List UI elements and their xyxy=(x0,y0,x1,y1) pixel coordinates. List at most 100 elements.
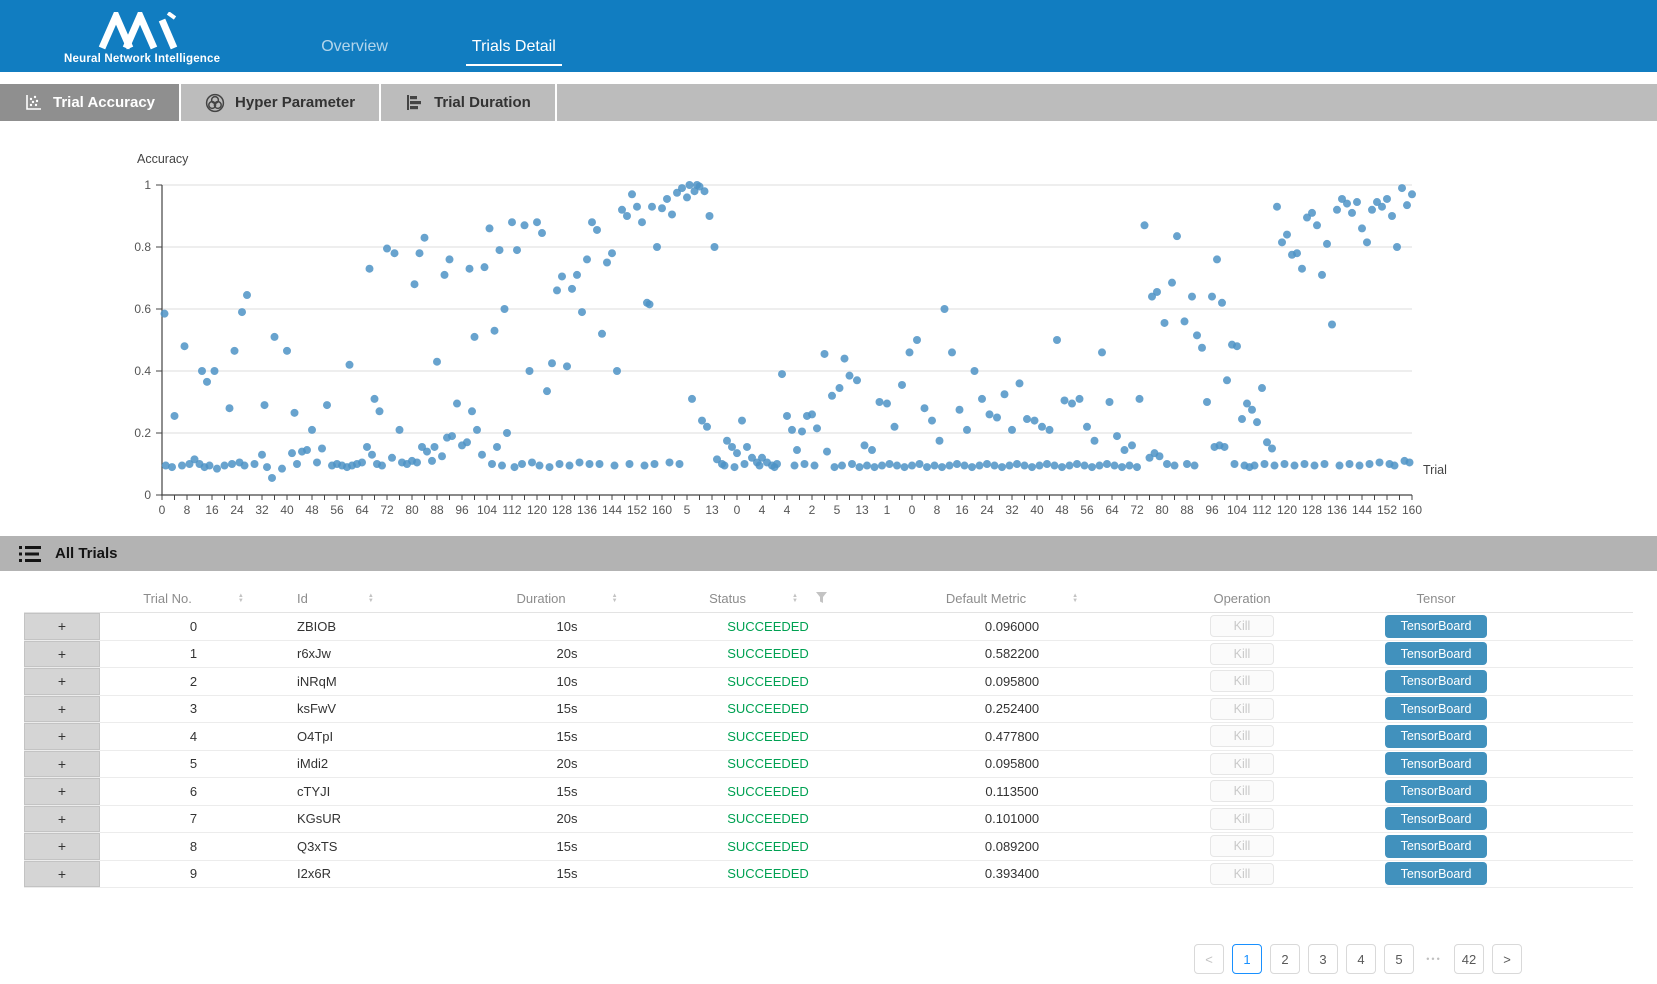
top-tabs: Overview Trials Detail xyxy=(315,0,562,72)
cell-status: SUCCEEDED xyxy=(674,619,862,634)
cell-trial-no: 6 xyxy=(100,784,287,799)
expand-row-button[interactable]: + xyxy=(24,668,100,695)
table-row: +8Q3xTS15sSUCCEEDED0.089200KillTensorBoa… xyxy=(24,833,1633,861)
svg-text:144: 144 xyxy=(1352,503,1372,517)
kill-button[interactable]: Kill xyxy=(1210,670,1274,692)
page-button-5[interactable]: 5 xyxy=(1384,944,1414,974)
tensor-cell: TensorBoard xyxy=(1322,670,1550,693)
svg-text:5: 5 xyxy=(684,503,691,517)
app-header: Neural Network Intelligence Overview Tri… xyxy=(0,0,1657,72)
expand-row-button[interactable]: + xyxy=(24,833,100,860)
svg-text:128: 128 xyxy=(552,503,572,517)
table-body: +0ZBIOB10sSUCCEEDED0.096000KillTensorBoa… xyxy=(24,613,1633,888)
trial-accuracy-chart-section: 00.20.40.60.8108162432404856647280889610… xyxy=(0,121,1657,536)
column-header-duration[interactable]: Duration ▲▼ xyxy=(460,591,674,606)
expand-row-button[interactable]: + xyxy=(24,641,100,668)
tensor-cell: TensorBoard xyxy=(1322,725,1550,748)
svg-text:88: 88 xyxy=(1180,503,1194,517)
column-header-default-metric[interactable]: Default Metric ▲▼ xyxy=(862,591,1162,606)
cell-status: SUCCEEDED xyxy=(674,866,862,881)
svg-text:80: 80 xyxy=(1155,503,1169,517)
accuracy-scatter-chart[interactable]: 00.20.40.60.8108162432404856647280889610… xyxy=(0,121,1657,536)
expand-row-button[interactable]: + xyxy=(24,723,100,750)
svg-text:40: 40 xyxy=(1030,503,1044,517)
column-label: Operation xyxy=(1213,591,1270,606)
kill-button[interactable]: Kill xyxy=(1210,780,1274,802)
tensor-cell: TensorBoard xyxy=(1322,615,1550,638)
cell-default-metric: 0.113500 xyxy=(862,784,1162,799)
svg-text:32: 32 xyxy=(1005,503,1019,517)
svg-text:48: 48 xyxy=(305,503,319,517)
kill-button[interactable]: Kill xyxy=(1210,725,1274,747)
cell-default-metric: 0.582200 xyxy=(862,646,1162,661)
kill-button[interactable]: Kill xyxy=(1210,615,1274,637)
kill-button[interactable]: Kill xyxy=(1210,835,1274,857)
page-button-4[interactable]: 4 xyxy=(1346,944,1376,974)
tensorboard-button[interactable]: TensorBoard xyxy=(1385,725,1487,748)
expand-row-button[interactable]: + xyxy=(24,778,100,805)
tensorboard-button[interactable]: TensorBoard xyxy=(1385,697,1487,720)
column-header-operation: Operation xyxy=(1162,591,1322,606)
horizontal-bars-icon xyxy=(405,93,424,112)
subtab-label: Trial Accuracy xyxy=(53,94,155,111)
tensorboard-button[interactable]: TensorBoard xyxy=(1385,862,1487,885)
tensorboard-button[interactable]: TensorBoard xyxy=(1385,835,1487,858)
column-header-trial-no[interactable]: Trial No. ▲▼ xyxy=(100,591,287,606)
svg-text:0: 0 xyxy=(909,503,916,517)
tensorboard-button[interactable]: TensorBoard xyxy=(1385,807,1487,830)
tab-overview[interactable]: Overview xyxy=(315,38,394,72)
pages-ellipsis[interactable]: ••• xyxy=(1422,944,1446,974)
logo-subtitle: Neural Network Intelligence xyxy=(64,53,220,65)
cell-trial-id: KGsUR xyxy=(287,811,460,826)
page-button-1[interactable]: 1 xyxy=(1232,944,1262,974)
cell-default-metric: 0.089200 xyxy=(862,839,1162,854)
table-row: +1r6xJw20sSUCCEEDED0.582200KillTensorBoa… xyxy=(24,641,1633,669)
sort-icon[interactable]: ▲▼ xyxy=(1072,594,1078,604)
expand-row-button[interactable]: + xyxy=(24,806,100,833)
kill-button[interactable]: Kill xyxy=(1210,643,1274,665)
table-row: +6cTYJI15sSUCCEEDED0.113500KillTensorBoa… xyxy=(24,778,1633,806)
sort-icon[interactable]: ▲▼ xyxy=(368,594,374,604)
svg-text:112: 112 xyxy=(502,503,521,517)
subtab-hyper-parameter[interactable]: Hyper Parameter xyxy=(181,84,381,121)
table-row: +3ksFwV15sSUCCEEDED0.252400KillTensorBoa… xyxy=(24,696,1633,724)
page-button-2[interactable]: 2 xyxy=(1270,944,1300,974)
tensorboard-button[interactable]: TensorBoard xyxy=(1385,615,1487,638)
filter-icon[interactable] xyxy=(816,591,827,606)
tab-trials-detail[interactable]: Trials Detail xyxy=(466,38,562,66)
subtab-trial-duration[interactable]: Trial Duration xyxy=(381,84,557,121)
kill-button[interactable]: Kill xyxy=(1210,753,1274,775)
expand-row-button[interactable]: + xyxy=(24,751,100,778)
svg-text:104: 104 xyxy=(1227,503,1247,517)
svg-text:128: 128 xyxy=(1302,503,1322,517)
tensorboard-button[interactable]: TensorBoard xyxy=(1385,752,1487,775)
svg-text:40: 40 xyxy=(280,503,294,517)
svg-text:16: 16 xyxy=(955,503,969,517)
tensorboard-button[interactable]: TensorBoard xyxy=(1385,670,1487,693)
subtab-trial-accuracy[interactable]: Trial Accuracy xyxy=(0,84,181,121)
svg-text:120: 120 xyxy=(527,503,547,517)
column-header-id[interactable]: Id ▲▼ xyxy=(287,591,460,606)
column-label: Trial No. xyxy=(143,591,192,606)
expand-row-button[interactable]: + xyxy=(24,861,100,888)
sort-icon[interactable]: ▲▼ xyxy=(238,594,244,604)
cell-status: SUCCEEDED xyxy=(674,646,862,661)
cell-trial-no: 4 xyxy=(100,729,287,744)
kill-button[interactable]: Kill xyxy=(1210,698,1274,720)
page-button-3[interactable]: 3 xyxy=(1308,944,1338,974)
svg-text:96: 96 xyxy=(455,503,469,517)
next-page-button[interactable]: > xyxy=(1492,944,1522,974)
expand-row-button[interactable]: + xyxy=(24,696,100,723)
kill-button[interactable]: Kill xyxy=(1210,863,1274,885)
expand-row-button[interactable]: + xyxy=(24,613,100,640)
kill-button[interactable]: Kill xyxy=(1210,808,1274,830)
column-header-status[interactable]: Status ▲▼ xyxy=(674,591,862,606)
cell-trial-id: iMdi2 xyxy=(287,756,460,771)
tensorboard-button[interactable]: TensorBoard xyxy=(1385,780,1487,803)
tensorboard-button[interactable]: TensorBoard xyxy=(1385,642,1487,665)
page-button-42[interactable]: 42 xyxy=(1454,944,1484,974)
svg-text:8: 8 xyxy=(934,503,941,517)
prev-page-button[interactable]: < xyxy=(1194,944,1224,974)
sort-icon[interactable]: ▲▼ xyxy=(612,594,618,604)
sort-icon[interactable]: ▲▼ xyxy=(792,594,798,604)
